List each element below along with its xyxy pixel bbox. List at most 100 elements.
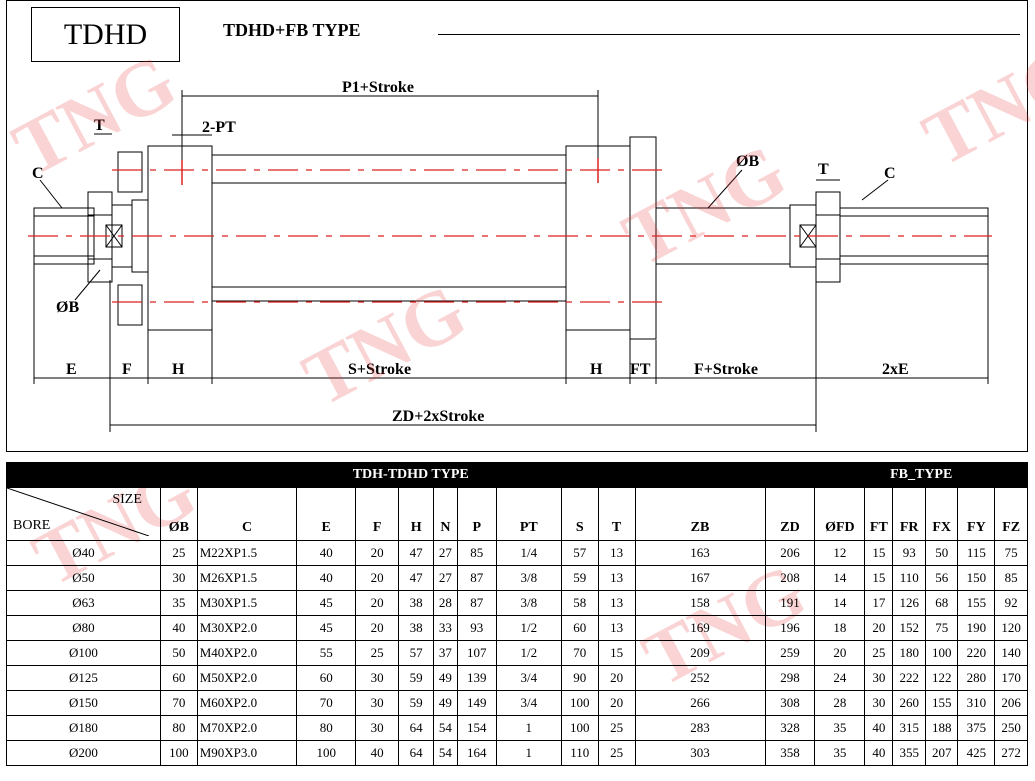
table-cell: 375 xyxy=(957,715,996,741)
table-cell: 154 xyxy=(456,715,497,741)
table-cell: 87 xyxy=(456,590,497,616)
table-cell: 220 xyxy=(957,640,996,666)
column-header: N xyxy=(432,487,458,541)
table-cell: 196 xyxy=(764,615,816,641)
table-cell: 35 xyxy=(159,590,198,616)
table-cell: 266 xyxy=(634,690,766,716)
table-cell: 12 xyxy=(814,540,866,566)
column-header: H xyxy=(398,487,434,541)
table-cell: 40 xyxy=(864,715,894,741)
column-header: P xyxy=(456,487,497,541)
table-cell: 206 xyxy=(764,540,816,566)
table-cell: 20 xyxy=(814,640,866,666)
column-header: PT xyxy=(495,487,562,541)
table-cell: 20 xyxy=(354,540,400,566)
table-cell: 70 xyxy=(296,690,356,716)
table-cell: 64 xyxy=(398,740,434,766)
t-right-label: T xyxy=(818,161,829,178)
table-cell: M40XP2.0 xyxy=(196,640,298,666)
table-cell: 1/2 xyxy=(495,615,562,641)
table-cell: 25 xyxy=(597,740,636,766)
table-cell: 75 xyxy=(924,615,959,641)
bore-cell: Ø40 xyxy=(6,540,161,566)
table-cell: 100 xyxy=(560,715,599,741)
table-cell: 50 xyxy=(159,640,198,666)
phi-b-right-label: ØB xyxy=(736,153,759,170)
f-label: F xyxy=(122,361,132,378)
table-cell: 40 xyxy=(159,615,198,641)
table-cell: 24 xyxy=(814,665,866,691)
table-row: Ø180 80 M70XP2.0 80 30 64 54 154 1 100 25 283 328 35 4… xyxy=(6,715,1028,741)
table-cell: 100 xyxy=(924,640,959,666)
table-cell: 60 xyxy=(296,665,356,691)
table-cell: 54 xyxy=(432,715,458,741)
spec-table: TDH-TDHD TYPE FB_TYPE SIZE BORE ØB C E F H N P… xyxy=(5,462,1028,766)
spec-table-body: Ø40 25 M22XP1.5 40 20 47 27 85 1/4 57 13 163 206 12 15… xyxy=(6,540,1028,766)
table-cell: 355 xyxy=(892,740,926,766)
table-row: Ø125 60 M50XP2.0 60 30 59 49 139 3/4 90 20 252 298 24… xyxy=(6,665,1028,691)
table-cell: 85 xyxy=(994,565,1028,591)
table-cell: 207 xyxy=(924,740,959,766)
table-cell: 80 xyxy=(296,715,356,741)
table-cell: 209 xyxy=(634,640,766,666)
table-cell: 150 xyxy=(957,565,996,591)
table-cell: 1/2 xyxy=(495,640,562,666)
band-fb-type: FB_TYPE xyxy=(814,462,1028,488)
table-row: Ø80 40 M30XP2.0 45 20 38 33 93 1/2 60 13 169 196 18 20… xyxy=(6,615,1028,641)
table-cell: 25 xyxy=(159,540,198,566)
p1-stroke-label: P1+Stroke xyxy=(342,79,414,96)
table-cell: 47 xyxy=(398,565,434,591)
table-cell: 59 xyxy=(398,690,434,716)
table-cell: 55 xyxy=(296,640,356,666)
table-cell: M70XP2.0 xyxy=(196,715,298,741)
table-cell: 54 xyxy=(432,740,458,766)
bore-cell: Ø200 xyxy=(6,740,161,766)
table-row: Ø200 100 M90XP3.0 100 40 64 54 164 1 110 25 303 358 3… xyxy=(6,740,1028,766)
table-cell: 110 xyxy=(560,740,599,766)
table-cell: 155 xyxy=(957,590,996,616)
bore-cell: Ø180 xyxy=(6,715,161,741)
table-cell: 310 xyxy=(957,690,996,716)
table-cell: 57 xyxy=(560,540,599,566)
column-header: S xyxy=(560,487,599,541)
table-cell: 27 xyxy=(432,540,458,566)
table-cell: 28 xyxy=(432,590,458,616)
table-cell: 328 xyxy=(764,715,816,741)
bore-cell: Ø50 xyxy=(6,565,161,591)
h-right-label: H xyxy=(590,361,603,378)
table-cell: 25 xyxy=(864,640,894,666)
table-cell: 100 xyxy=(159,740,198,766)
table-cell: 1 xyxy=(495,740,562,766)
table-cell: 152 xyxy=(892,615,926,641)
table-cell: 167 xyxy=(634,565,766,591)
bore-cell: Ø125 xyxy=(6,665,161,691)
table-cell: M22XP1.5 xyxy=(196,540,298,566)
table-cell: M50XP2.0 xyxy=(196,665,298,691)
table-cell: 13 xyxy=(597,565,636,591)
table-cell: 15 xyxy=(597,640,636,666)
table-cell: 40 xyxy=(296,565,356,591)
table-cell: 60 xyxy=(159,665,198,691)
table-cell: 126 xyxy=(892,590,926,616)
table-cell: 180 xyxy=(892,640,926,666)
column-header: FT xyxy=(864,487,894,541)
table-cell: 92 xyxy=(994,590,1028,616)
h-left-label: H xyxy=(172,361,185,378)
table-cell: 40 xyxy=(864,740,894,766)
column-header: C xyxy=(196,487,298,541)
table-cell: 57 xyxy=(398,640,434,666)
table-cell: 13 xyxy=(597,615,636,641)
bore-header: BORE xyxy=(13,518,51,533)
c-left-label: C xyxy=(32,165,44,182)
table-cell: 30 xyxy=(864,665,894,691)
table-cell: 70 xyxy=(159,690,198,716)
zd-stroke-label: ZD+2xStroke xyxy=(392,408,484,425)
f-stroke-label: F+Stroke xyxy=(694,361,758,378)
s-stroke-label: S+Stroke xyxy=(348,361,411,378)
column-header: ØB xyxy=(159,487,198,541)
table-cell: 190 xyxy=(957,615,996,641)
column-header: FY xyxy=(957,487,996,541)
table-cell: 28 xyxy=(814,690,866,716)
table-cell: 87 xyxy=(456,565,497,591)
table-cell: 120 xyxy=(994,615,1028,641)
